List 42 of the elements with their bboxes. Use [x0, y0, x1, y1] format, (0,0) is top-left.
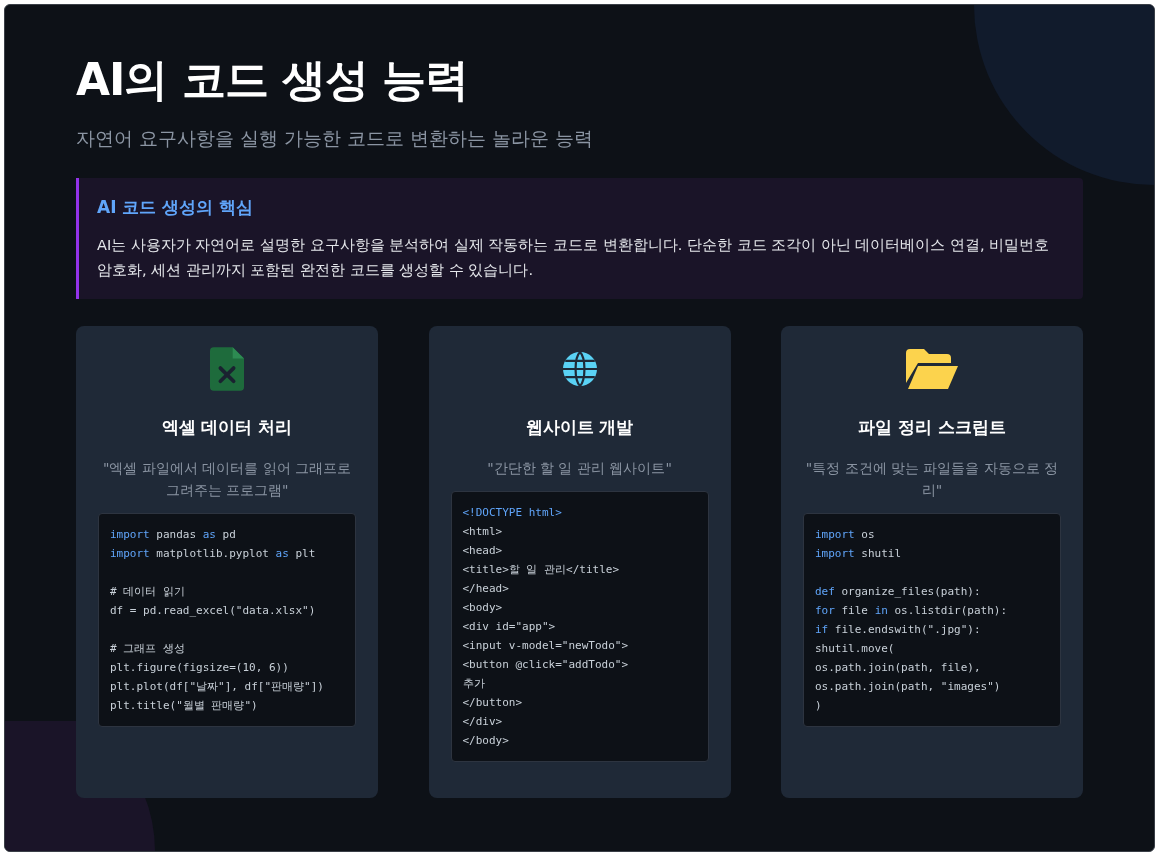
- code-line: import shutil: [815, 546, 903, 562]
- callout-heading: AI 코드 생성의 핵심: [97, 196, 255, 219]
- code-line: </div>: [462, 714, 504, 730]
- code-line: def organize_files(path):: [815, 584, 982, 600]
- card-title: 엑셀 데이터 처리: [161, 416, 293, 439]
- page-title: AI의 코드 생성 능력: [76, 53, 470, 107]
- code-line: import pandas as pd: [110, 527, 237, 543]
- code-line: os.path.join(path, "images"): [815, 679, 1002, 695]
- code-line: <title>할 일 관리</title>: [462, 562, 621, 578]
- code-line: shutil.move(: [815, 641, 896, 657]
- code-line: <html>: [462, 524, 504, 540]
- code-line: plt.plot(df["날짜"], df["판매량"]): [110, 679, 325, 695]
- spreadsheet-file-icon: [210, 346, 244, 392]
- code-line: </body>: [462, 733, 510, 749]
- card-prompt: "간단한 할 일 관리 웹사이트": [487, 459, 672, 478]
- card-title: 웹사이트 개발: [525, 416, 634, 439]
- code-line: df = pd.read_excel("data.xlsx"): [110, 603, 317, 619]
- code-line: 추가: [462, 676, 486, 692]
- code-line: </head>: [462, 581, 510, 597]
- code-line: <body>: [462, 600, 504, 616]
- code-line: </button>: [462, 695, 524, 711]
- code-line: plt.figure(figsize=(10, 6)): [110, 660, 290, 676]
- callout-text: AI는 사용자가 자연어로 설명한 요구사항을 분석하여 실제 작동하는 코드로 변환합니다. 단순한 코드 조각이 아닌 데이터베이스 연결, 비밀번호 암호화, 세션 관리까지 포함된 완전한 코드를 생성할 수 있습니다.: [97, 236, 1051, 280]
- code-line: # 그래프 생성: [110, 641, 186, 657]
- page-subtitle: 자연어 요구사항을 실행 가능한 코드로 변환하는 놀라운 능력: [76, 126, 595, 151]
- code-line: os.path.join(path, file),: [815, 660, 982, 676]
- code-line: import os: [815, 527, 876, 543]
- code-line: ): [815, 698, 823, 714]
- code-line: if file.endswith(".jpg"):: [815, 622, 982, 638]
- folder-icon: [906, 349, 958, 389]
- code-line: # 데이터 읽기: [110, 584, 186, 600]
- code-line: <button @click="addTodo">: [462, 657, 630, 673]
- code-line: <div id="app">: [462, 619, 557, 635]
- code-line: <head>: [462, 543, 504, 559]
- card-title: 파일 정리 스크립트: [858, 416, 1006, 439]
- code-line: <!DOCTYPE html>: [462, 505, 563, 521]
- code-line: plt.title("월별 판매량"): [110, 698, 259, 714]
- code-line: <input v-model="newTodo">: [462, 638, 630, 654]
- card-prompt: "특정 조건에 맞는 파일들을 자동으로 정리": [804, 459, 1060, 500]
- card-prompt: "엑셀 파일에서 데이터를 읽어 그래프로 그려주는 프로그램": [101, 459, 353, 500]
- code-line: for file in os.listdir(path):: [815, 603, 1009, 619]
- code-line: import matplotlib.pyplot as plt: [110, 546, 317, 562]
